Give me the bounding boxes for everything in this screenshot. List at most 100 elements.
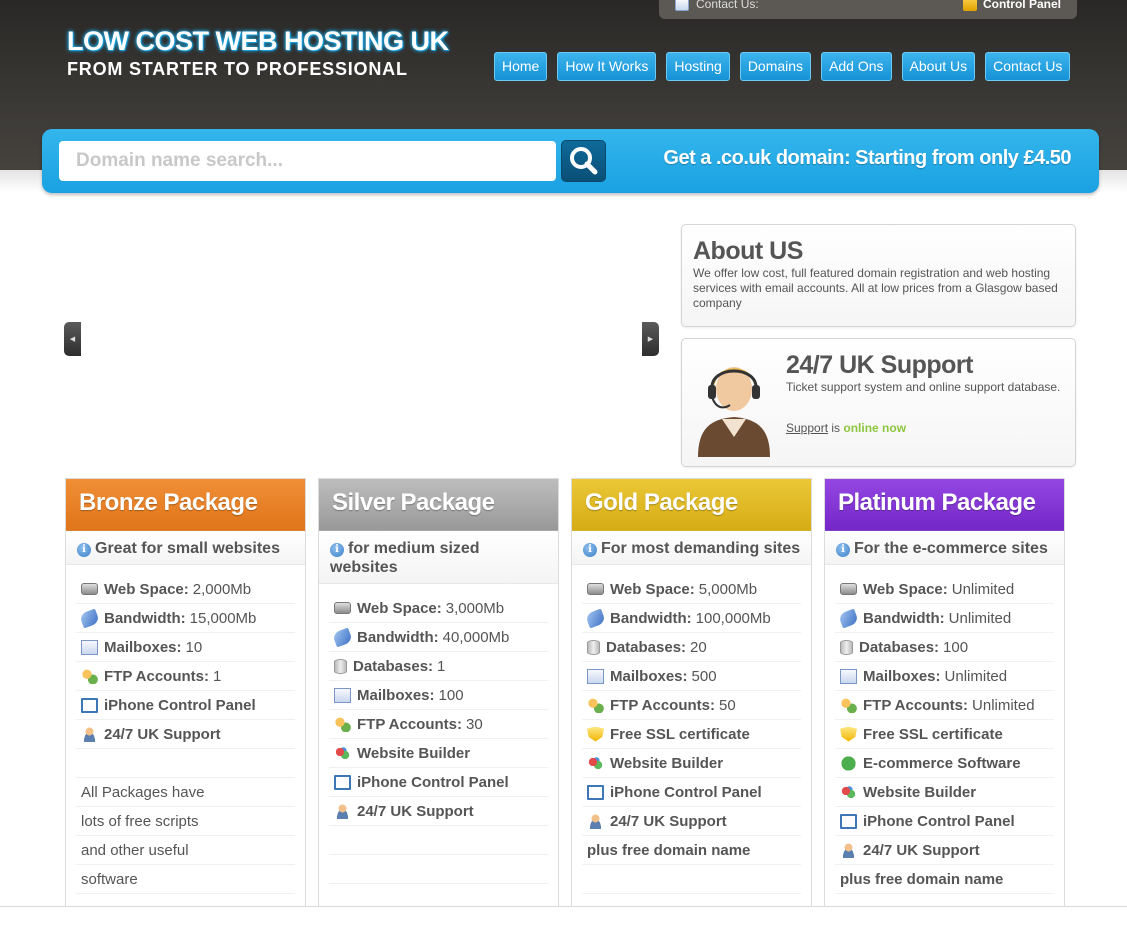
- support-agent-illustration: [698, 367, 770, 457]
- package-note-line: lots of free scripts: [76, 807, 295, 836]
- nav-add-ons[interactable]: Add Ons: [821, 52, 892, 81]
- feature-item: Free SSL certificate: [835, 720, 1054, 749]
- feature-item: iPhone Control Panel: [582, 778, 801, 807]
- info-icon: i: [583, 543, 597, 557]
- info-icon: i: [77, 543, 91, 557]
- feature-list: Web Space: 3,000Mb Bandwidth: 40,000Mb Dat…: [319, 584, 558, 884]
- ftp-accounts-icon: [587, 697, 604, 713]
- top-utility-bar: Contact Us: Control Panel: [659, 0, 1077, 19]
- info-icon: i: [330, 543, 344, 557]
- page-footer-area: [0, 907, 1127, 933]
- logo-tagline: FROM STARTER TO PROFESSIONAL: [67, 59, 408, 79]
- iphone-panel-icon: [840, 813, 857, 829]
- bandwidth-icon: [837, 608, 860, 628]
- package-subtitle: i For the e-commerce sites: [825, 531, 1064, 565]
- feature-item: Web Space: 2,000Mb: [76, 575, 295, 604]
- package-header[interactable]: Gold Package: [572, 479, 811, 531]
- contact-us-link[interactable]: Contact Us:: [675, 0, 759, 11]
- feature-item: 24/7 UK Support: [835, 836, 1054, 865]
- iphone-panel-icon: [587, 784, 604, 800]
- nav-hosting[interactable]: Hosting: [666, 52, 730, 81]
- magnifier-icon: [570, 147, 598, 175]
- feature-item: Bandwidth: Unlimited: [835, 604, 1054, 633]
- arrow-right-icon: ▶: [647, 336, 654, 343]
- feature-spacer: [582, 865, 801, 894]
- hard-drive-icon: [334, 602, 351, 614]
- about-text: We offer low cost, full featured domain …: [693, 266, 1058, 310]
- slider-next-button[interactable]: ▶: [642, 322, 659, 356]
- feature-item: 24/7 UK Support: [76, 720, 295, 749]
- support-agent-icon: [840, 842, 857, 858]
- package-subtitle-text: for medium sized websites: [330, 540, 480, 576]
- contact-card-icon: [675, 0, 689, 11]
- hard-drive-icon: [587, 583, 604, 595]
- arrow-left-icon: ◀: [69, 336, 76, 343]
- feature-item: Website Builder: [835, 778, 1054, 807]
- support-text: Ticket support system and online support…: [786, 380, 1061, 394]
- feature-item: Bandwidth: 15,000Mb: [76, 604, 295, 633]
- package-title: Bronze Package: [79, 489, 258, 516]
- package-header[interactable]: Silver Package: [319, 479, 558, 531]
- nav-about-us[interactable]: About Us: [901, 52, 976, 81]
- website-builder-icon: [840, 784, 857, 800]
- iphone-panel-icon: [81, 697, 98, 713]
- iphone-panel-icon: [334, 774, 351, 790]
- support-status-connector: is: [831, 421, 841, 435]
- logo-title: LOW COST WEB HOSTING UK: [67, 26, 449, 56]
- ftp-accounts-icon: [334, 716, 351, 732]
- feature-item: iPhone Control Panel: [76, 691, 295, 720]
- feature-item: FTP Accounts: 1: [76, 662, 295, 691]
- website-builder-icon: [587, 755, 604, 771]
- slider-prev-button[interactable]: ◀: [64, 322, 81, 356]
- support-link[interactable]: Support: [786, 421, 828, 435]
- nav-home[interactable]: Home: [494, 52, 548, 81]
- feature-item: E-commerce Software: [835, 749, 1054, 778]
- domain-promo-text: Get a .co.uk domain: Starting from only …: [663, 147, 1071, 169]
- domain-search-input[interactable]: [59, 141, 556, 181]
- bandwidth-icon: [331, 627, 354, 647]
- package-header[interactable]: Platinum Package: [825, 479, 1064, 531]
- feature-item: 24/7 UK Support: [329, 797, 548, 826]
- gold-package-card: Gold Package i For most demanding sites W…: [571, 478, 812, 918]
- nav-how-it-works[interactable]: How It Works: [557, 52, 657, 81]
- mailbox-icon: [334, 687, 351, 703]
- feature-item: Bandwidth: 40,000Mb: [329, 623, 548, 652]
- feature-item: Web Space: 3,000Mb: [329, 594, 548, 623]
- contact-us-label: Contact Us:: [696, 0, 759, 11]
- package-title: Silver Package: [332, 489, 495, 516]
- info-icon: i: [836, 543, 850, 557]
- feature-item: Mailboxes: 100: [329, 681, 548, 710]
- feature-spacer: [76, 749, 295, 778]
- ftp-accounts-icon: [81, 668, 98, 684]
- package-subtitle: i For most demanding sites: [572, 531, 811, 565]
- support-status: Support is online now: [786, 421, 906, 435]
- mailbox-icon: [840, 668, 857, 684]
- feature-spacer: [329, 855, 548, 884]
- silver-package-card: Silver Package i for medium sized website…: [318, 478, 559, 918]
- package-subtitle-text: For the e-commerce sites: [854, 540, 1048, 557]
- free-domain-note: plus free domain name: [582, 836, 801, 865]
- nav-domains[interactable]: Domains: [739, 52, 812, 81]
- package-subtitle-text: Great for small websites: [95, 540, 280, 557]
- site-logo[interactable]: LOW COST WEB HOSTING UK FROM STARTER TO …: [67, 26, 449, 80]
- feature-item: Mailboxes: 500: [582, 662, 801, 691]
- search-button[interactable]: [561, 140, 606, 182]
- free-domain-note: plus free domain name: [835, 865, 1054, 894]
- nav-contact-us[interactable]: Contact Us: [985, 52, 1071, 81]
- bronze-package-card: Bronze Package i Great for small websites…: [65, 478, 306, 918]
- database-icon: [587, 639, 600, 655]
- feature-item: Free SSL certificate: [582, 720, 801, 749]
- package-note-line: and other useful: [76, 836, 295, 865]
- feature-item: Website Builder: [582, 749, 801, 778]
- feature-item: Website Builder: [329, 739, 548, 768]
- main-navigation: Home How It Works Hosting Domains Add On…: [494, 52, 1071, 81]
- package-header[interactable]: Bronze Package: [66, 479, 305, 531]
- database-icon: [334, 658, 347, 674]
- control-panel-label: Control Panel: [982, 0, 1061, 11]
- support-agent-icon: [334, 803, 351, 819]
- ftp-accounts-icon: [840, 697, 857, 713]
- package-subtitle-text: For most demanding sites: [601, 540, 801, 557]
- feature-spacer: [329, 826, 548, 855]
- database-icon: [840, 639, 853, 655]
- control-panel-link[interactable]: Control Panel: [962, 0, 1061, 11]
